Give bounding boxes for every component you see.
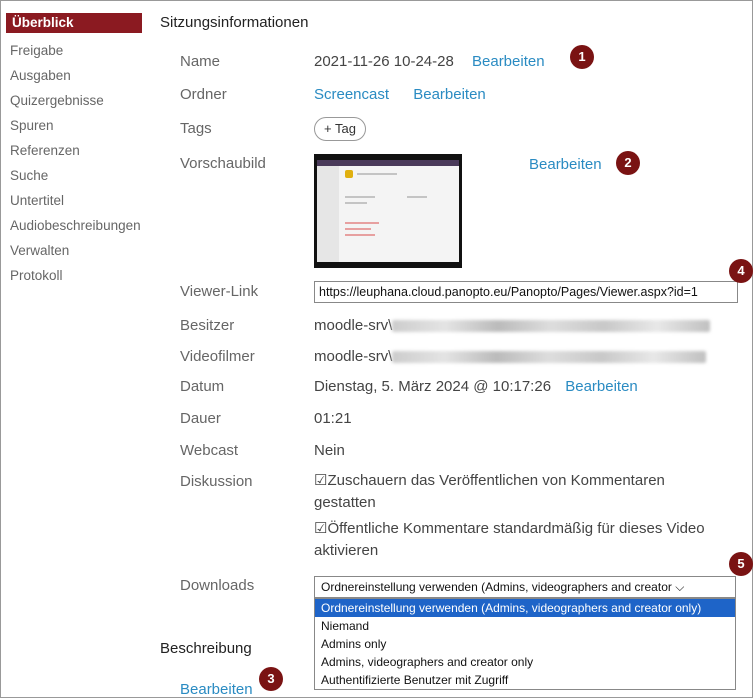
name-label: Name	[180, 53, 221, 70]
owner-value: moodle-srv\	[314, 317, 393, 334]
callout-badge-2: 2	[616, 151, 640, 175]
thumbnail-logo	[345, 170, 353, 178]
edit-folder-link[interactable]: Bearbeiten	[413, 86, 486, 103]
sidebar-item-manage[interactable]: Verwalten	[0, 238, 150, 263]
thumbnail-line	[345, 222, 379, 224]
viewer-link-label: Viewer-Link	[180, 283, 259, 300]
thumbnail-line	[345, 228, 371, 230]
callout-badge-4: 4	[729, 259, 753, 283]
name-value: 2021-11-26 10-24-28	[314, 53, 454, 70]
dropdown-option[interactable]: Admins, videographers and creator only	[315, 653, 735, 671]
thumbnail-preview	[317, 160, 459, 262]
owner-label: Besitzer	[180, 317, 235, 334]
sidebar-item-sharing[interactable]: Freigabe	[0, 38, 150, 63]
webcast-value: Nein	[314, 442, 345, 459]
sidebar-item-outputs[interactable]: Ausgaben	[0, 63, 150, 88]
sidebar-item-quiz-results[interactable]: Quizergebnisse	[0, 88, 150, 113]
public-comments-default-checkbox[interactable]: ☑Öffentliche Kommentare standardmäßig fü…	[314, 518, 724, 562]
downloads-dropdown-list: Ordnereinstellung verwenden (Admins, vid…	[314, 598, 736, 690]
redacted-name	[392, 351, 707, 364]
duration-value: 01:21	[314, 410, 352, 427]
sidebar-item-audio-descriptions[interactable]: Audiobeschreibungen	[0, 213, 150, 238]
folder-label: Ordner	[180, 86, 227, 103]
thumbnail-line	[345, 196, 375, 198]
dropdown-option[interactable]: Admins only	[315, 635, 735, 653]
dropdown-option[interactable]: Niemand	[315, 617, 735, 635]
videographer-row: moodle-srv\	[314, 348, 707, 365]
section-title: Sitzungsinformationen	[160, 14, 309, 31]
sidebar-item-captions[interactable]: Untertitel	[0, 188, 150, 213]
videographer-label: Videofilmer	[180, 348, 255, 365]
downloads-select[interactable]: Ordnereinstellung verwenden (Admins, vid…	[314, 576, 736, 598]
dropdown-option[interactable]: Authentifizierte Benutzer mit Zugriff	[315, 671, 735, 689]
sidebar-item-streams[interactable]: Spuren	[0, 113, 150, 138]
edit-date-link[interactable]: Bearbeiten	[565, 378, 638, 395]
date-label: Datum	[180, 378, 225, 395]
thumbnail-sidebar	[317, 166, 339, 262]
videographer-value: moodle-srv\	[314, 348, 393, 365]
sidebar-item-references[interactable]: Referenzen	[0, 138, 150, 163]
thumbnail-line	[357, 173, 397, 175]
edit-name-link[interactable]: Bearbeiten	[472, 53, 545, 70]
duration-label: Dauer	[180, 410, 221, 427]
allow-comments-checkbox[interactable]: ☑Zuschauern das Veröffentlichen von Komm…	[314, 470, 724, 514]
folder-row: Screencast Bearbeiten	[314, 86, 486, 103]
thumbnail-image	[314, 154, 462, 268]
thumbnail-line	[345, 234, 375, 236]
add-tag-button[interactable]: + Tag	[314, 117, 366, 141]
discussion-label: Diskussion	[180, 473, 253, 490]
thumbnail-line	[345, 202, 367, 204]
thumbnail-line	[407, 196, 427, 198]
redacted-name	[392, 320, 711, 333]
callout-badge-1: 1	[570, 45, 594, 69]
description-heading: Beschreibung	[160, 640, 252, 657]
date-value: Dienstag, 5. März 2024 @ 10:17:26	[314, 378, 552, 395]
callout-badge-3: 3	[259, 667, 283, 691]
dropdown-option[interactable]: Ordnereinstellung verwenden (Admins, vid…	[315, 599, 735, 617]
callout-badge-5: 5	[729, 552, 753, 576]
sidebar: Überblick Freigabe Ausgaben Quizergebnis…	[0, 13, 150, 288]
thumbnail-label: Vorschaubild	[180, 155, 266, 172]
sidebar-item-log[interactable]: Protokoll	[0, 263, 150, 288]
edit-thumbnail-link[interactable]: Bearbeiten	[529, 156, 602, 173]
tags-label: Tags	[180, 120, 212, 137]
name-row: 2021-11-26 10-24-28 Bearbeiten	[314, 53, 545, 70]
folder-link[interactable]: Screencast	[314, 86, 389, 103]
viewer-link-field[interactable]	[314, 281, 738, 303]
webcast-label: Webcast	[180, 442, 239, 459]
owner-row: moodle-srv\	[314, 317, 711, 334]
date-row: Dienstag, 5. März 2024 @ 10:17:26 Bearbe…	[314, 378, 638, 395]
sidebar-item-search[interactable]: Suche	[0, 163, 150, 188]
sidebar-item-overview[interactable]: Überblick	[6, 13, 142, 33]
edit-description-link[interactable]: Bearbeiten	[180, 681, 253, 698]
downloads-label: Downloads	[180, 577, 255, 594]
